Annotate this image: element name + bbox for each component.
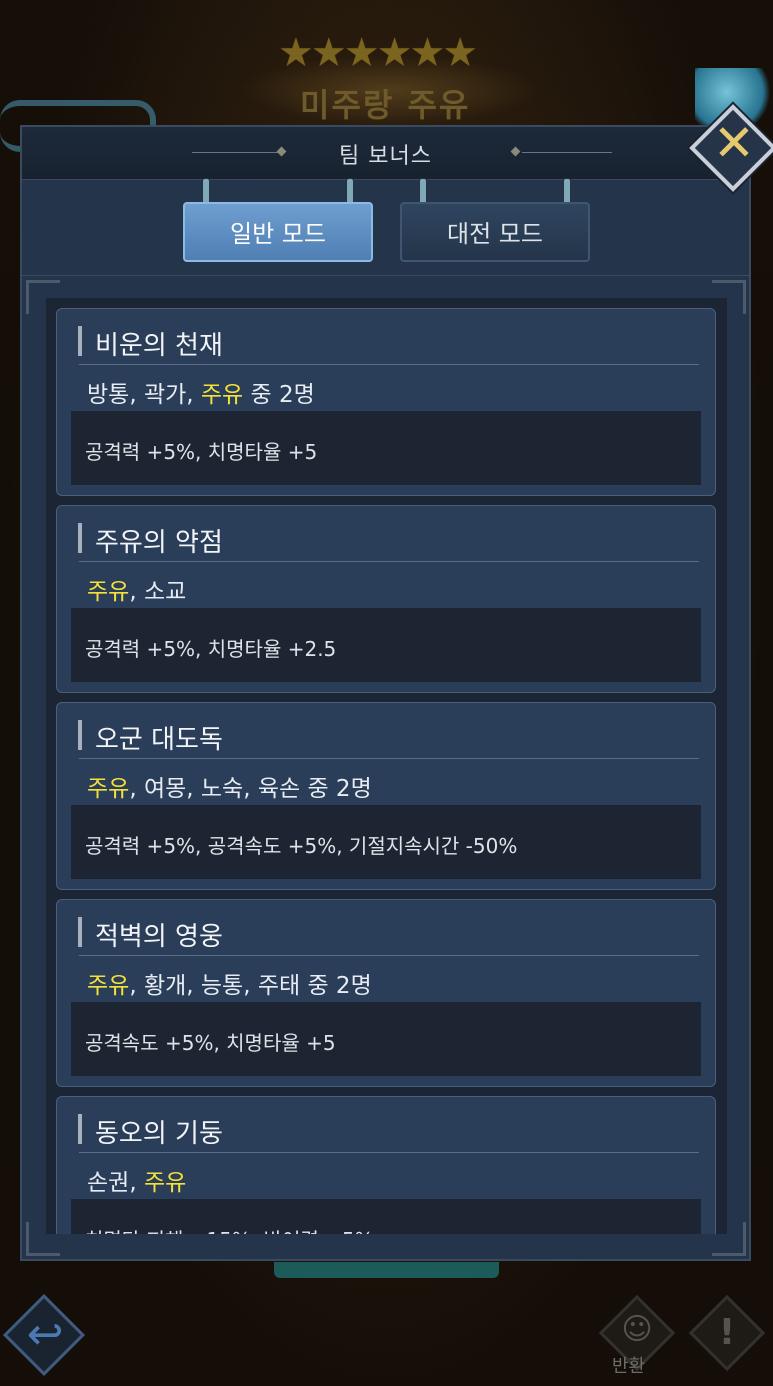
hero-return-icon: ☺ xyxy=(621,1312,653,1347)
bonus-title: 적벽의 영웅 xyxy=(95,922,223,952)
member-text: , 소교 xyxy=(129,579,187,605)
tab-normal-mode[interactable]: 일반 모드 xyxy=(183,202,373,262)
member-text: 방통, 곽가, xyxy=(87,382,201,408)
card-divider xyxy=(79,758,699,759)
corner-ornament-icon xyxy=(26,1222,60,1256)
card-divider xyxy=(79,561,699,562)
tab-battle-mode[interactable]: 대전 모드 xyxy=(400,202,590,262)
bonus-members: 주유, 소교 xyxy=(87,572,186,606)
bonus-list[interactable]: 비운의 천재 방통, 곽가, 주유 중 2명 공격력 +5%, 치명타율 +5 … xyxy=(46,298,727,1234)
bonus-card: 주유의 약점 주유, 소교 공격력 +5%, 치명타율 +2.5 xyxy=(56,505,716,693)
card-divider xyxy=(79,364,699,365)
hero-star-rating: ★★★★★★ xyxy=(278,30,478,76)
bonus-members: 손권, 주유 xyxy=(87,1163,186,1197)
list-bottom-bar xyxy=(46,1234,727,1252)
return-label: 반환 xyxy=(612,1356,646,1377)
bonus-members: 방통, 곽가, 주유 중 2명 xyxy=(87,375,315,409)
background-strip xyxy=(274,1262,499,1278)
member-text: 손권, xyxy=(87,1170,144,1196)
panel-title: 팀 보너스 xyxy=(339,144,432,169)
bonus-effect: 공격력 +5%, 치명타율 +2.5 xyxy=(85,637,337,661)
member-highlight: 주유 xyxy=(87,973,130,999)
member-highlight: 주유 xyxy=(143,1170,187,1196)
bonus-effect-box: 공격력 +5%, 치명타율 +5 xyxy=(71,411,701,485)
bonus-title: 주유의 약점 xyxy=(95,528,223,558)
bonus-members: 주유, 여몽, 노숙, 육손 중 2명 xyxy=(87,769,372,803)
bonus-card: 동오의 기둥 손권, 주유 치명타 피해 +15%, 방어력 +5% xyxy=(56,1096,716,1234)
bonus-effect: 공격력 +5%, 치명타율 +5 xyxy=(85,440,318,464)
bonus-card: 오군 대도독 주유, 여몽, 노숙, 육손 중 2명 공격력 +5%, 공격속도… xyxy=(56,702,716,890)
back-arrow-icon: ↩ xyxy=(26,1309,64,1360)
bonus-title: 오군 대도독 xyxy=(95,725,223,755)
bonus-effect: 치명타 피해 +15%, 방어력 +5% xyxy=(85,1224,374,1234)
bonus-effect-box: 공격력 +5%, 공격속도 +5%, 기절지속시간 -50% xyxy=(71,805,701,879)
title-divider-right xyxy=(522,152,612,153)
corner-ornament-icon xyxy=(712,1222,746,1256)
bonus-title: 비운의 천재 xyxy=(95,331,223,361)
bonus-effect: 공격속도 +5%, 치명타율 +5 xyxy=(85,1031,336,1055)
member-highlight: 주유 xyxy=(87,579,130,605)
bonus-card: 적벽의 영웅 주유, 황개, 능통, 주태 중 2명 공격속도 +5%, 치명타… xyxy=(56,899,716,1087)
member-text: 중 2명 xyxy=(243,382,315,408)
member-text: , 여몽, 노숙, 육손 중 2명 xyxy=(129,776,372,802)
bonus-effect-box: 치명타 피해 +15%, 방어력 +5% xyxy=(71,1199,701,1234)
card-divider xyxy=(79,955,699,956)
member-highlight: 주유 xyxy=(200,382,244,408)
title-accent-bar xyxy=(78,326,82,356)
bonus-card: 비운의 천재 방통, 곽가, 주유 중 2명 공격력 +5%, 치명타율 +5 xyxy=(56,308,716,496)
bonus-members: 주유, 황개, 능통, 주태 중 2명 xyxy=(87,966,372,1000)
bonus-effect-box: 공격속도 +5%, 치명타율 +5 xyxy=(71,1002,701,1076)
title-accent-bar xyxy=(78,1114,82,1144)
bonus-effect: 공격력 +5%, 공격속도 +5%, 기절지속시간 -50% xyxy=(85,834,518,858)
member-highlight: 주유 xyxy=(87,776,130,802)
title-accent-bar xyxy=(78,917,82,947)
exclamation-icon: ! xyxy=(718,1312,736,1353)
card-divider xyxy=(79,1152,699,1153)
title-accent-bar xyxy=(78,720,82,750)
member-text: , 황개, 능통, 주태 중 2명 xyxy=(129,973,372,999)
title-accent-bar xyxy=(78,523,82,553)
hero-name: 미주랑 주유 xyxy=(300,86,471,124)
bonus-effect-box: 공격력 +5%, 치명타율 +2.5 xyxy=(71,608,701,682)
bonus-title: 동오의 기둥 xyxy=(95,1119,223,1149)
panel-header: 팀 보너스 xyxy=(22,127,749,180)
